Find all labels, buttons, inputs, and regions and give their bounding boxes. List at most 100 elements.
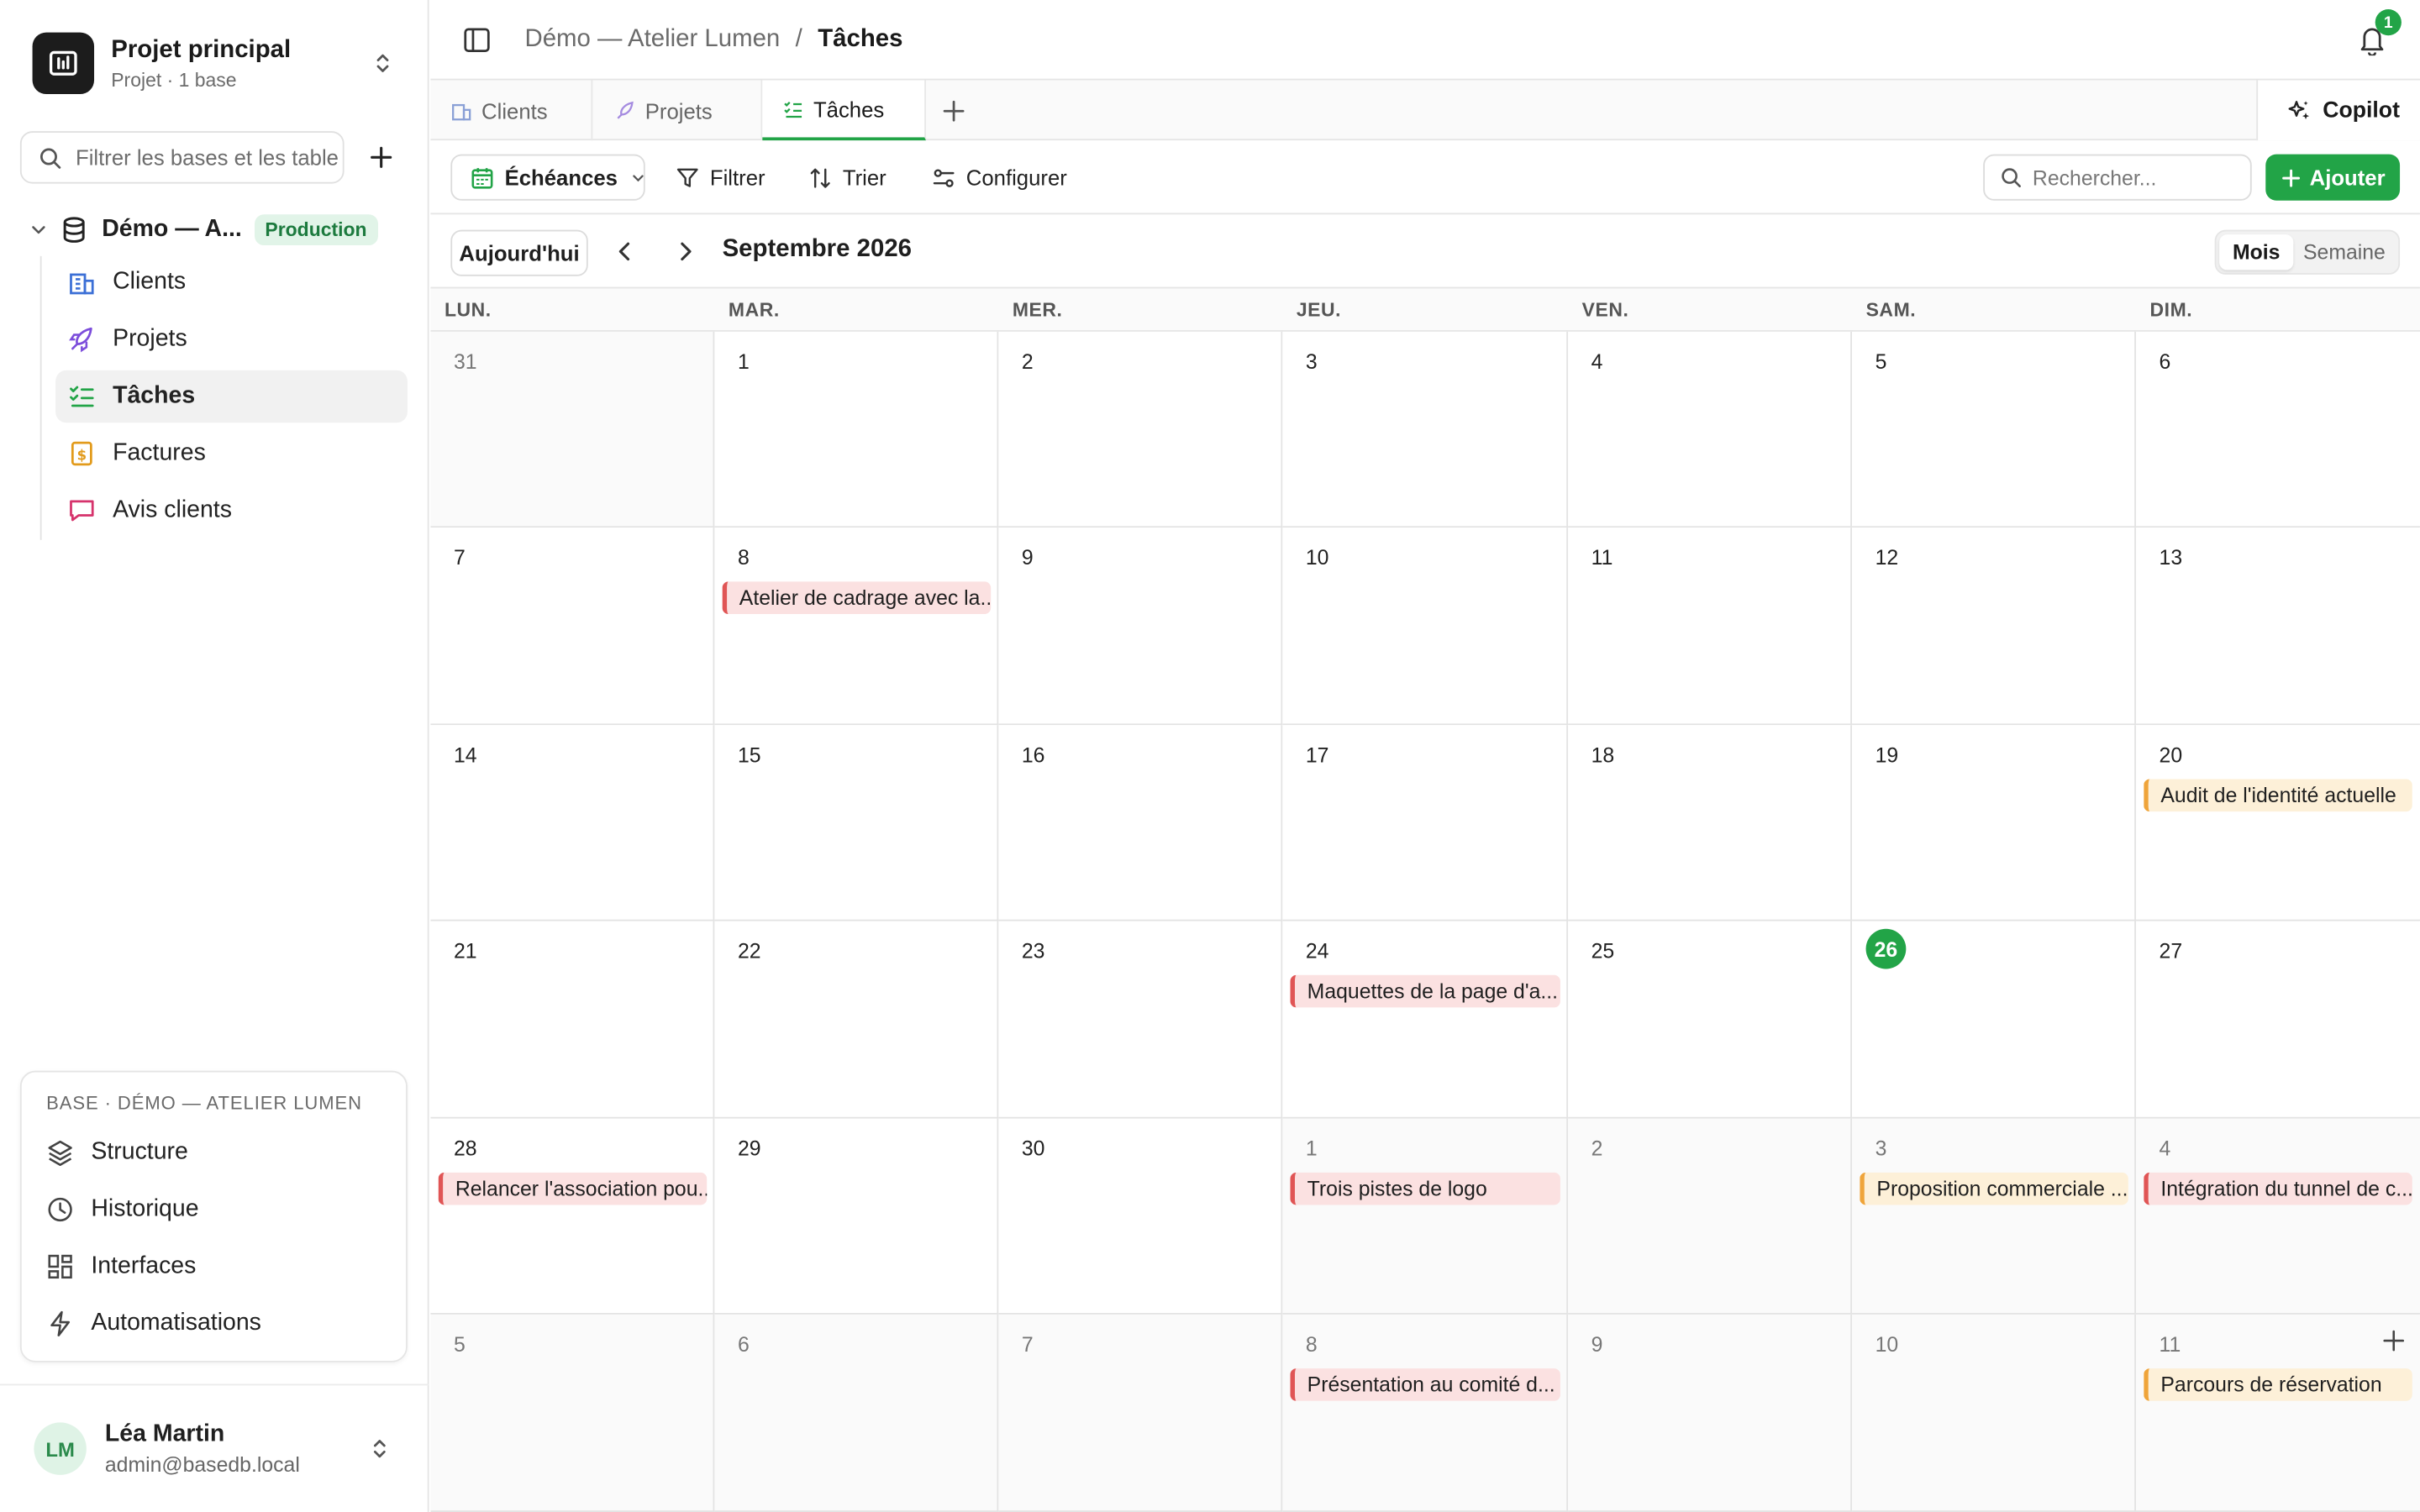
- calendar-day-cell[interactable]: 3 Proposition commerciale ...: [1852, 1118, 2136, 1315]
- calendar-day-cell[interactable]: 21: [430, 921, 715, 1119]
- calendar-day-cell[interactable]: 10: [1852, 1314, 2136, 1512]
- calendar-day-cell[interactable]: 16: [998, 725, 1283, 921]
- calendar-day-cell[interactable]: 15: [714, 725, 999, 921]
- calendar-grid: LUN. MAR. MER. JEU. VEN. SAM. DIM. 31 1 2 3 4 5 6 7 8 A…: [430, 288, 2420, 1512]
- chevron-down-icon[interactable]: [28, 219, 50, 241]
- copilot-button[interactable]: Copilot: [2256, 80, 2420, 141]
- calendar-day-cell[interactable]: 13: [2135, 528, 2420, 726]
- sidebar-item-projets[interactable]: Projets: [55, 313, 408, 365]
- today-button[interactable]: Aujourd'hui: [450, 229, 588, 276]
- calendar-day-cell[interactable]: 12: [1852, 528, 2136, 726]
- calendar-event[interactable]: Intégration du tunnel de c...: [2144, 1172, 2412, 1205]
- calendar-day-cell[interactable]: 17: [1282, 725, 1569, 921]
- sidebar-item-clients[interactable]: Clients: [55, 256, 408, 308]
- add-base-button[interactable]: [364, 140, 397, 174]
- sidebar-item-avis-clients[interactable]: Avis clients: [55, 485, 408, 537]
- chevrons-updown-icon[interactable]: [371, 51, 395, 76]
- calendar-day-cell[interactable]: 26: [1852, 921, 2136, 1119]
- calendar-day-cell[interactable]: 25: [1568, 921, 1853, 1119]
- calendar-day-cell[interactable]: 11 Parcours de réservation: [2135, 1314, 2420, 1512]
- sidebar-toggle-icon[interactable]: [463, 25, 491, 53]
- base-item-label: Interfaces: [91, 1252, 197, 1278]
- day-number: 29: [737, 1137, 761, 1161]
- calendar-day-cell[interactable]: 8 Atelier de cadrage avec la...: [714, 528, 999, 726]
- project-switcher[interactable]: Projet principal Projet · 1 base: [22, 22, 408, 105]
- calendar-day-cell[interactable]: 14: [430, 725, 715, 921]
- configure-button[interactable]: Configurer: [932, 155, 1067, 201]
- view-selector-button[interactable]: Échéances: [450, 154, 647, 201]
- base-item-interfaces[interactable]: Interfaces: [22, 1237, 406, 1294]
- chevron-left-icon[interactable]: [613, 239, 637, 264]
- calendar-event[interactable]: Atelier de cadrage avec la...: [722, 581, 992, 615]
- calendar-event[interactable]: Trois pistes de logo: [1290, 1172, 1560, 1205]
- calendar-day-cell[interactable]: 24 Maquettes de la page d'a...: [1282, 921, 1569, 1119]
- chevrons-updown-icon[interactable]: [367, 1436, 392, 1461]
- weekday-label: MAR.: [728, 299, 780, 322]
- calendar-day-cell[interactable]: 5: [430, 1314, 715, 1512]
- bolt-icon: [46, 1309, 74, 1336]
- layers-icon: [46, 1138, 74, 1166]
- calendar-day-cell[interactable]: 4 Intégration du tunnel de c...: [2135, 1118, 2420, 1315]
- filter-button[interactable]: Filtrer: [676, 155, 765, 201]
- calendar-event[interactable]: Audit de l'identité actuelle: [2144, 779, 2412, 812]
- base-item-structure[interactable]: Structure: [22, 1123, 406, 1180]
- calendar-day-cell[interactable]: 4: [1568, 331, 1853, 528]
- sidebar-item-factures[interactable]: $ Factures: [55, 428, 408, 480]
- tab-clients[interactable]: Clients: [430, 80, 593, 141]
- calendar-day-cell[interactable]: 7: [998, 1314, 1283, 1512]
- month-view-button[interactable]: Mois: [2219, 234, 2294, 270]
- day-number: 1: [1305, 1137, 1318, 1161]
- calendar-day-cell[interactable]: 8 Présentation au comité d...: [1282, 1314, 1569, 1512]
- base-item-historique[interactable]: Historique: [22, 1180, 406, 1237]
- sidebar-item-taches[interactable]: Tâches: [55, 370, 408, 423]
- tab-projets[interactable]: Projets: [594, 80, 763, 141]
- database-row[interactable]: Démo — A... Production: [28, 210, 378, 250]
- calendar-day-cell[interactable]: 22: [714, 921, 999, 1119]
- add-record-button[interactable]: Ajouter: [2265, 154, 2401, 201]
- calendar-day-cell[interactable]: 1 Trois pistes de logo: [1282, 1118, 1569, 1315]
- calendar-day-cell[interactable]: 2: [998, 331, 1283, 528]
- week-view-button[interactable]: Semaine: [2293, 234, 2395, 270]
- calendar-day-cell[interactable]: 30: [998, 1118, 1283, 1315]
- calendar-day-cell[interactable]: 2: [1568, 1118, 1853, 1315]
- calendar-day-cell[interactable]: 5: [1852, 331, 2136, 528]
- sidebar-item-label: Projets: [113, 325, 187, 352]
- calendar-event[interactable]: Maquettes de la page d'a...: [1290, 974, 1560, 1008]
- breadcrumb-base[interactable]: Démo — Atelier Lumen: [524, 25, 780, 53]
- calendar-day-cell[interactable]: 29: [714, 1118, 999, 1315]
- calendar-event[interactable]: Parcours de réservation: [2144, 1368, 2412, 1401]
- calendar-day-cell[interactable]: 3: [1282, 331, 1569, 528]
- calendar-day-cell[interactable]: 20 Audit de l'identité actuelle: [2135, 725, 2420, 921]
- chevron-down-icon: [630, 169, 647, 186]
- calendar-day-cell[interactable]: 10: [1282, 528, 1569, 726]
- add-event-icon[interactable]: [2383, 1330, 2405, 1352]
- calendar-day-cell[interactable]: 9: [998, 528, 1283, 726]
- calendar-day-cell[interactable]: 28 Relancer l'association pou...: [430, 1118, 715, 1315]
- search-input[interactable]: [2032, 165, 2249, 189]
- calendar-event[interactable]: Proposition commerciale ...: [1860, 1172, 2128, 1205]
- search-field[interactable]: [1983, 154, 2252, 201]
- view-toolbar: Échéances Filtrer Trier Configurer Ajout…: [430, 140, 2420, 215]
- sort-button[interactable]: Trier: [808, 155, 886, 201]
- calendar-event[interactable]: Relancer l'association pou...: [438, 1172, 708, 1205]
- calendar-day-cell[interactable]: 11: [1568, 528, 1853, 726]
- calendar-day-cell[interactable]: 7: [430, 528, 715, 726]
- calendar-day-cell[interactable]: 1: [714, 331, 999, 528]
- calendar-day-cell[interactable]: 23: [998, 921, 1283, 1119]
- calendar-event[interactable]: Présentation au comité d...: [1290, 1368, 1560, 1401]
- base-item-automatisations[interactable]: Automatisations: [22, 1294, 406, 1352]
- calendar-day-cell[interactable]: 9: [1568, 1314, 1853, 1512]
- calendar-day-cell[interactable]: 31: [430, 331, 715, 528]
- day-number: 1: [737, 349, 750, 374]
- filter-tables-input[interactable]: [75, 144, 339, 171]
- user-menu[interactable]: LM Léa Martin admin@basedb.local: [0, 1383, 429, 1512]
- add-tab-icon[interactable]: [940, 97, 968, 125]
- tab-taches[interactable]: Tâches: [762, 80, 927, 141]
- calendar-day-cell[interactable]: 18: [1568, 725, 1853, 921]
- filter-tables-field[interactable]: [19, 131, 345, 184]
- calendar-day-cell[interactable]: 27: [2135, 921, 2420, 1119]
- calendar-day-cell[interactable]: 6: [714, 1314, 999, 1512]
- chevron-right-icon[interactable]: [673, 239, 697, 264]
- calendar-day-cell[interactable]: 6: [2135, 331, 2420, 528]
- calendar-day-cell[interactable]: 19: [1852, 725, 2136, 921]
